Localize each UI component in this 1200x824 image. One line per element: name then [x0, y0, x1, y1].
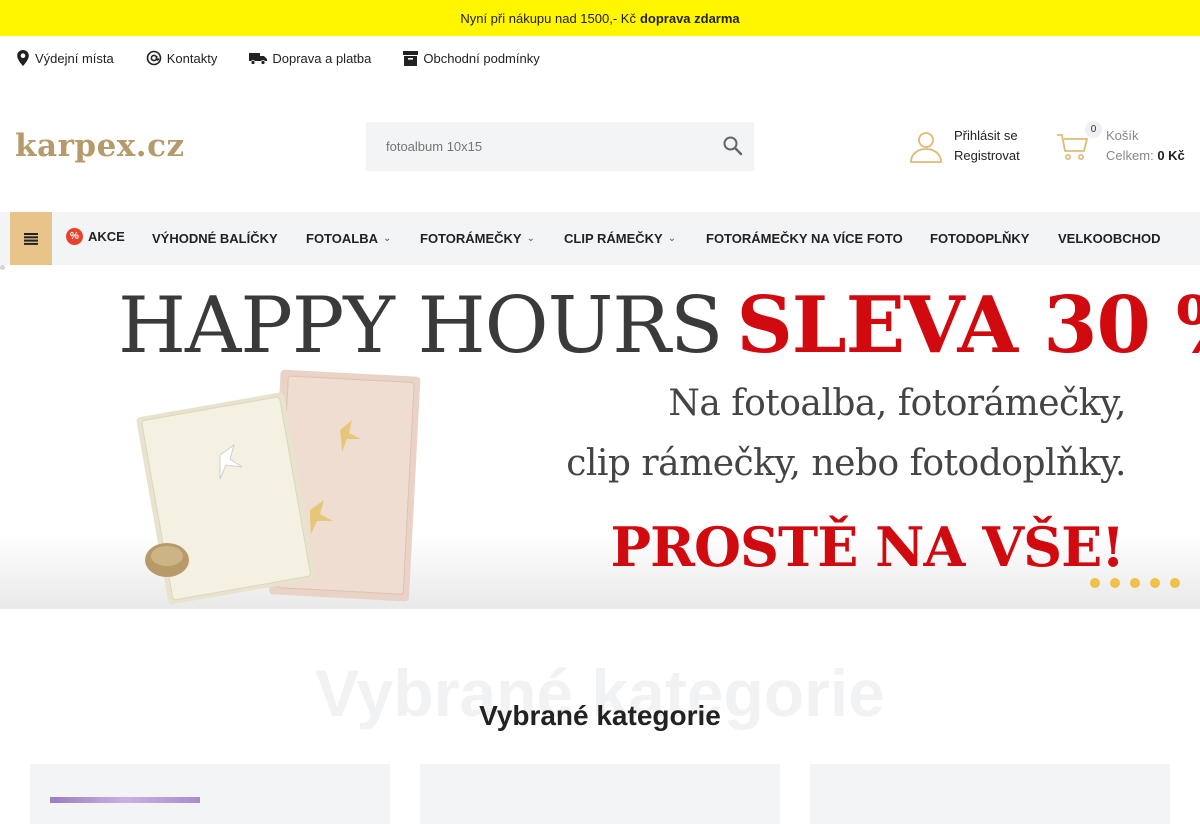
search-icon[interactable]	[722, 135, 744, 157]
util-link-label: Kontakty	[166, 50, 218, 66]
util-link-label: Výdejní místa	[35, 50, 114, 66]
slider-edge-marker	[0, 265, 5, 270]
nav-item-velkoobchod[interactable]: VELKOOBCHOD	[1058, 212, 1161, 265]
category-card[interactable]	[810, 764, 1170, 824]
hero-banner[interactable]: HAPPY HOURS SLEVA 30 % Na fotoalba, fotor…	[0, 265, 1200, 609]
main-nav: % AKCE VÝHODNÉ BALÍČKY FOTOALBA ⌄ FOTORÁ…	[0, 212, 1200, 265]
at-sign-icon	[146, 50, 162, 66]
nav-item-fotodoplnky[interactable]: FOTODOPLŇKY	[930, 212, 1029, 265]
register-link[interactable]: Registrovat	[954, 146, 1020, 166]
cart-widget[interactable]: 0 Košík Celkem: 0 Kč	[1056, 121, 1185, 166]
nav-item-ramecky-vice-foto[interactable]: FOTORÁMEČKY NA VÍCE FOTO	[706, 212, 903, 265]
menu-button[interactable]	[10, 212, 52, 265]
nav-item-label: VÝHODNÉ BALÍČKY	[152, 231, 278, 246]
photo-albums-image	[136, 369, 421, 605]
chevron-down-icon: ⌄	[526, 233, 535, 244]
promo-bar: Nyní při nákupu nad 1500,- Kč doprava zd…	[0, 0, 1200, 36]
banner-line-1: Na fotoalba, fotorámečky,	[668, 383, 1126, 424]
util-link-pickup-points[interactable]: Výdejní místa	[16, 50, 114, 66]
nav-item-label: CLIP RÁMEČKY	[564, 231, 663, 246]
banner-cta: PROSTĚ NA VŠE!	[610, 515, 1125, 579]
logo[interactable]: karpex.cz	[15, 128, 185, 164]
user-icon[interactable]	[908, 128, 944, 164]
promo-free-shipping: doprava zdarma	[639, 10, 740, 26]
banner-headline-dark: HAPPY HOURS	[118, 281, 723, 371]
header: karpex.cz Přihlásit se Registrovat 0 Koš…	[0, 80, 1200, 212]
nav-item-label: FOTODOPLŇKY	[930, 231, 1030, 246]
cart-count-badge: 0	[1085, 121, 1102, 138]
chevron-down-icon: ⌄	[667, 233, 677, 244]
nav-item-label: AKCE	[88, 229, 125, 244]
util-link-label: Doprava a platba	[272, 50, 372, 66]
cart-total-value: 0 Kč	[1157, 148, 1185, 163]
categories-title: Vybrané kategorie	[479, 700, 721, 731]
slider-dot[interactable]	[1090, 578, 1100, 588]
slider-dot[interactable]	[1170, 578, 1180, 588]
category-thumbnail	[50, 797, 200, 803]
nav-item-label: FOTOALBA	[306, 231, 378, 246]
login-link[interactable]: Přihlásit se	[954, 126, 1020, 146]
map-pin-icon	[17, 50, 29, 66]
nav-item-label: FOTORÁMEČKY NA VÍCE FOTO	[706, 231, 903, 246]
chevron-down-icon: ⌄	[382, 233, 392, 244]
slider-dot[interactable]	[1130, 578, 1140, 588]
nav-item-akce[interactable]: % AKCE	[66, 210, 125, 263]
search-box	[366, 122, 754, 171]
search-input[interactable]	[386, 139, 706, 154]
cart-icon	[1057, 134, 1088, 160]
cart-total-label: Celkem:	[1106, 148, 1154, 163]
util-link-contacts[interactable]: Kontakty	[146, 50, 218, 66]
nav-item-label: FOTORÁMEČKY	[420, 231, 522, 246]
slider-dot[interactable]	[1110, 578, 1120, 588]
banner-headline: HAPPY HOURS SLEVA 30 %	[118, 287, 1200, 366]
category-card[interactable]	[420, 764, 780, 824]
nav-item-clip-ramecky[interactable]: CLIP RÁMEČKY ⌄	[564, 212, 676, 265]
banner-headline-red: SLEVA 30 %	[736, 280, 1200, 371]
util-link-label: Obchodní podmínky	[423, 50, 540, 66]
banner-line-2: clip rámečky, nebo fotodoplňky.	[566, 443, 1126, 484]
util-link-shipping-payment[interactable]: Doprava a platba	[249, 51, 371, 66]
promo-text: Nyní při nákupu nad 1500,- Kč	[460, 10, 636, 26]
utility-links: Výdejní místa Kontakty Doprava a platba …	[0, 36, 1200, 80]
nav-item-label: VELKOOBCHOD	[1058, 231, 1161, 246]
slider-dots	[1090, 578, 1190, 588]
truck-icon	[249, 53, 268, 65]
nav-item-balicky[interactable]: VÝHODNÉ BALÍČKY	[152, 212, 278, 265]
hamburger-icon	[24, 232, 38, 245]
util-link-terms[interactable]: Obchodní podmínky	[403, 50, 540, 66]
percent-icon: %	[66, 228, 83, 245]
category-card[interactable]	[30, 764, 390, 824]
cart-label: Košík	[1106, 128, 1139, 143]
nav-item-fotoramecky[interactable]: FOTORÁMEČKY ⌄	[420, 212, 535, 265]
account-area: Přihlásit se Registrovat	[908, 126, 1020, 166]
archive-box-icon	[403, 50, 419, 66]
slider-dot[interactable]	[1150, 578, 1160, 588]
nav-item-fotoalba[interactable]: FOTOALBA ⌄	[306, 212, 391, 265]
